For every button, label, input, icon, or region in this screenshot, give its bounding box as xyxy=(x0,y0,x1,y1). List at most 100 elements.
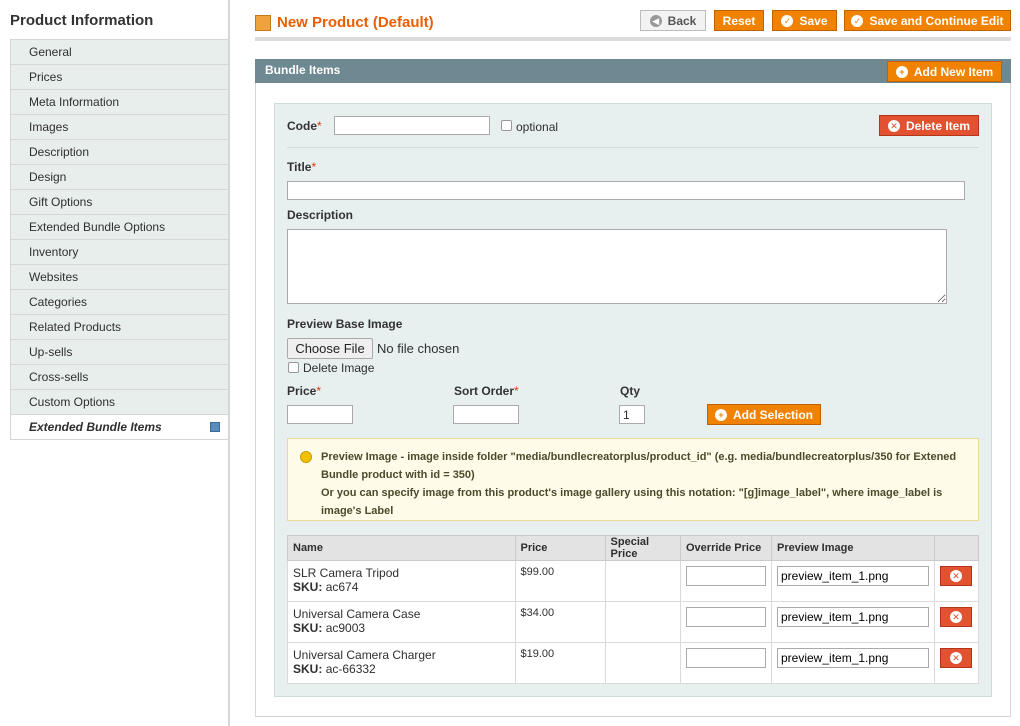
selections-table: Name Price Special Price Override Price … xyxy=(287,535,979,684)
product-name: Universal Camera Case xyxy=(293,607,421,621)
close-circle-icon: ✕ xyxy=(950,611,962,623)
check-icon: ✓ xyxy=(781,14,794,27)
back-arrow-icon: ◀ xyxy=(649,14,662,27)
row-override-cell xyxy=(680,601,772,643)
close-circle-icon: ✕ xyxy=(950,652,962,664)
sidebar-item-prices[interactable]: Prices xyxy=(11,65,230,90)
sidebar-list: General Prices Meta Information Images D… xyxy=(10,40,230,440)
product-sku: SKU: ac674 xyxy=(293,580,359,594)
row-preview-cell xyxy=(771,642,935,684)
row-price: $99.00 xyxy=(514,560,606,602)
qty-input[interactable] xyxy=(619,405,645,424)
reset-button[interactable]: Reset xyxy=(714,10,764,31)
page-title-text: New Product (Default) xyxy=(277,14,434,31)
product-sku: SKU: ac9003 xyxy=(293,621,366,635)
add-new-item-label: Add New Item xyxy=(913,64,994,79)
product-box-icon xyxy=(255,14,271,31)
back-button-label: Back xyxy=(667,13,697,28)
reset-button-label: Reset xyxy=(722,13,756,28)
row-actions-cell: ✕ xyxy=(934,560,979,602)
preview-image-input[interactable] xyxy=(777,648,929,668)
sidebar-item-cross-sells[interactable]: Cross-sells xyxy=(11,365,230,390)
sidebar-item-up-sells[interactable]: Up-sells xyxy=(11,340,230,365)
check-icon: ✓ xyxy=(851,14,864,27)
sidebar-item-description[interactable]: Description xyxy=(11,140,230,165)
sidebar-item-inventory[interactable]: Inventory xyxy=(11,240,230,265)
product-name: Universal Camera Charger xyxy=(293,648,436,662)
row-preview-cell xyxy=(771,560,935,602)
delete-item-button[interactable]: ✕ Delete Item xyxy=(879,115,979,136)
sidebar-item-label: Extended Bundle Items xyxy=(29,420,162,434)
sidebar-item-related-products[interactable]: Related Products xyxy=(11,315,230,340)
floppy-save-icon xyxy=(210,422,220,432)
no-file-chosen-text: No file chosen xyxy=(377,341,460,356)
sidebar-item-custom-options[interactable]: Custom Options xyxy=(11,390,230,415)
col-preview-image: Preview Image xyxy=(771,535,935,561)
bundle-items-title: Bundle Items xyxy=(265,63,341,77)
description-textarea[interactable] xyxy=(287,229,947,304)
code-row-separator xyxy=(287,147,979,148)
title-label: Title* xyxy=(287,160,317,174)
row-name-cell: Universal Camera Case SKU: ac9003 xyxy=(287,601,516,643)
preview-image-input[interactable] xyxy=(777,607,929,627)
title-input[interactable] xyxy=(287,181,965,200)
override-price-input[interactable] xyxy=(686,607,766,627)
sidebar-item-design[interactable]: Design xyxy=(11,165,230,190)
table-header-row: Name Price Special Price Override Price … xyxy=(287,535,979,561)
sort-order-input[interactable] xyxy=(453,405,519,424)
choose-file-button[interactable]: Choose File xyxy=(287,338,373,359)
add-selection-button[interactable]: + Add Selection xyxy=(707,404,821,425)
save-and-continue-label: Save and Continue Edit xyxy=(869,13,1004,28)
save-button-label: Save xyxy=(799,13,828,28)
add-selection-label: Add Selection xyxy=(732,407,813,422)
sidebar-item-general[interactable]: General xyxy=(11,40,230,65)
row-price: $34.00 xyxy=(514,601,606,643)
delete-image-label: Delete Image xyxy=(303,361,375,375)
override-price-input[interactable] xyxy=(686,566,766,586)
qty-label: Qty xyxy=(620,384,641,398)
row-name-cell: Universal Camera Charger SKU: ac-66332 xyxy=(287,642,516,684)
save-and-continue-button[interactable]: ✓ Save and Continue Edit xyxy=(844,10,1011,31)
product-tabs-sidebar: Product Information General Prices Meta … xyxy=(10,0,230,440)
back-button[interactable]: ◀ Back xyxy=(640,10,706,31)
note-line-2: Or you can specify image from this produ… xyxy=(321,487,943,517)
sidebar-title: Product Information xyxy=(10,0,230,40)
sidebar-item-images[interactable]: Images xyxy=(11,115,230,140)
col-price: Price xyxy=(514,535,606,561)
sidebar-item-extended-bundle-items[interactable]: Extended Bundle Items xyxy=(11,415,230,440)
row-override-cell xyxy=(680,560,772,602)
plus-icon: + xyxy=(714,408,727,421)
preview-base-image-label: Preview Base Image xyxy=(287,317,403,331)
row-price: $19.00 xyxy=(514,642,606,684)
description-label: Description xyxy=(287,208,354,222)
sidebar-item-categories[interactable]: Categories xyxy=(11,290,230,315)
save-button[interactable]: ✓ Save xyxy=(772,10,837,31)
sidebar-item-websites[interactable]: Websites xyxy=(11,265,230,290)
note-line-1: Preview Image - image inside folder "med… xyxy=(321,451,957,481)
col-special-price: Special Price xyxy=(604,535,682,561)
sidebar-item-meta-information[interactable]: Meta Information xyxy=(11,90,230,115)
row-special-price xyxy=(604,601,682,643)
delete-row-button[interactable]: ✕ xyxy=(940,566,972,586)
price-input[interactable] xyxy=(287,405,353,424)
optional-checkbox[interactable] xyxy=(501,120,512,131)
delete-row-button[interactable]: ✕ xyxy=(940,648,972,668)
delete-image-checkbox[interactable] xyxy=(288,362,299,373)
delete-item-label: Delete Item xyxy=(905,118,971,133)
row-override-cell xyxy=(680,642,772,684)
add-new-item-button[interactable]: + Add New Item xyxy=(887,61,1002,82)
preview-image-input[interactable] xyxy=(777,566,929,586)
close-circle-icon: ✕ xyxy=(887,119,900,132)
price-label: Price* xyxy=(287,384,322,398)
row-actions-cell: ✕ xyxy=(934,642,979,684)
sidebar-item-extended-bundle-options[interactable]: Extended Bundle Options xyxy=(11,215,230,240)
col-actions xyxy=(934,535,979,561)
override-price-input[interactable] xyxy=(686,648,766,668)
sidebar-item-gift-options[interactable]: Gift Options xyxy=(11,190,230,215)
row-actions-cell: ✕ xyxy=(934,601,979,643)
code-input[interactable] xyxy=(334,116,490,135)
col-override-price: Override Price xyxy=(680,535,772,561)
delete-row-button[interactable]: ✕ xyxy=(940,607,972,627)
page-title: New Product (Default) xyxy=(255,14,434,31)
close-circle-icon: ✕ xyxy=(950,570,962,582)
